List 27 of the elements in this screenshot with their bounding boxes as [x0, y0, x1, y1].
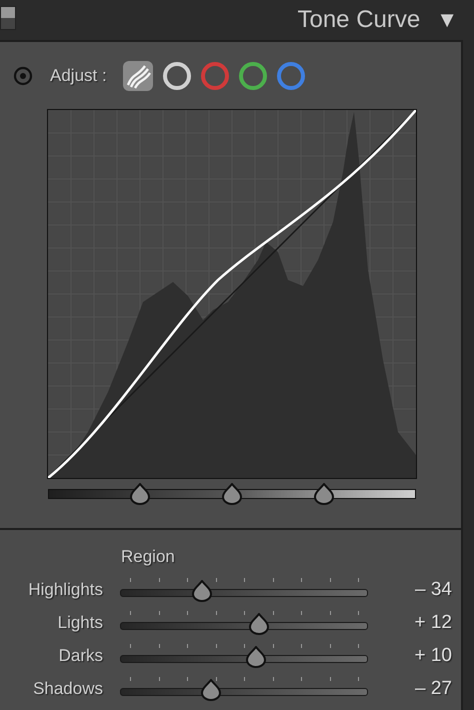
- panel-title: Tone Curve: [297, 6, 420, 34]
- slider-track[interactable]: [120, 612, 368, 634]
- slider-value: – 27: [414, 678, 452, 700]
- slider-thumb[interactable]: [245, 646, 268, 668]
- section-title: Region: [121, 547, 175, 567]
- slider-value: + 12: [413, 612, 452, 634]
- slider-label: Shadows: [32, 678, 103, 698]
- parametric-curve-button[interactable]: [122, 61, 153, 91]
- slider-thumb[interactable]: [200, 678, 222, 700]
- slider-label: Highlights: [27, 580, 103, 600]
- slider-thumb[interactable]: [190, 580, 213, 602]
- slider-label: Darks: [58, 646, 103, 666]
- slider-track[interactable]: [120, 646, 368, 668]
- slider-label: Lights: [56, 612, 103, 632]
- panel-switch-icon[interactable]: [0, 6, 16, 30]
- channel-button[interactable]: [238, 62, 267, 90]
- slider-thumb[interactable]: [313, 483, 335, 505]
- collapse-toggle[interactable]: ▼: [436, 7, 458, 33]
- adjust-label: Adjust :: [50, 66, 107, 86]
- slider-thumb[interactable]: [129, 483, 151, 505]
- slider-track[interactable]: [120, 580, 368, 602]
- slider-thumb[interactable]: [248, 612, 270, 634]
- slider-track[interactable]: [120, 678, 368, 700]
- slider-thumb[interactable]: [221, 483, 243, 505]
- slider-value: + 10: [413, 644, 452, 666]
- slider-value: – 34: [414, 578, 452, 600]
- split-slider[interactable]: [48, 483, 416, 505]
